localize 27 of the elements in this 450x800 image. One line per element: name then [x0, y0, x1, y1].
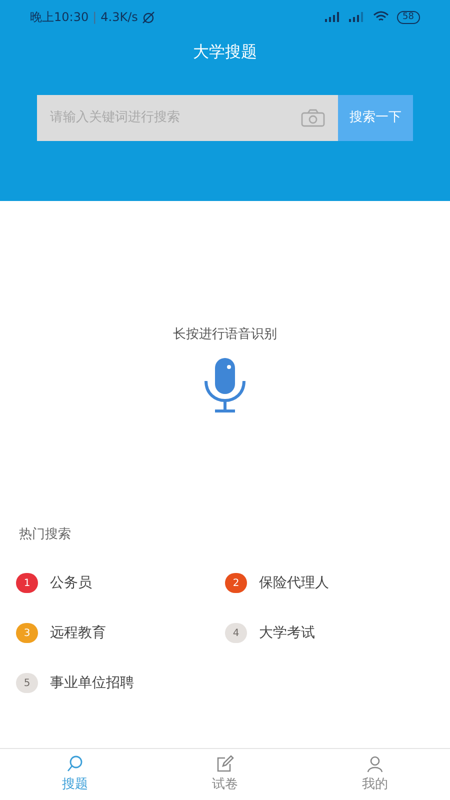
microphone-icon[interactable]	[202, 356, 248, 412]
rank-badge: 1	[16, 573, 38, 593]
hot-search-item[interactable]: 1 公务员	[16, 572, 225, 594]
battery-indicator: 58	[396, 10, 420, 24]
network-speed: 4.3K/s	[100, 9, 138, 26]
separator: |	[92, 9, 97, 26]
hot-search-item[interactable]: 4 大学考试	[225, 622, 434, 644]
signal-icon	[324, 12, 341, 22]
nav-tab[interactable]: 试卷	[150, 749, 300, 800]
hot-search-item[interactable]: 3 远程教育	[16, 622, 225, 644]
app-title: 大学搜题	[193, 41, 257, 63]
rank-badge: 3	[16, 623, 38, 643]
rank-badge: 2	[225, 573, 247, 593]
hot-search-title: 热门搜索	[19, 526, 72, 544]
status-time: 晚上10:30	[30, 9, 89, 26]
alarm-off-icon	[142, 10, 155, 24]
edit-icon	[216, 754, 234, 773]
rank-badge: 4	[225, 623, 247, 643]
rank-badge: 5	[16, 673, 38, 693]
hot-search-item[interactable]: 5 事业单位招聘	[16, 672, 225, 694]
wifi-icon	[372, 11, 389, 23]
signal-icon	[348, 12, 365, 22]
voice-hint: 长按进行语音识别	[173, 326, 277, 344]
nav-tab[interactable]: 我的	[300, 749, 450, 800]
hot-search-item[interactable]: 2 保险代理人	[225, 572, 434, 594]
person-icon	[366, 754, 384, 773]
search-icon	[66, 754, 84, 773]
